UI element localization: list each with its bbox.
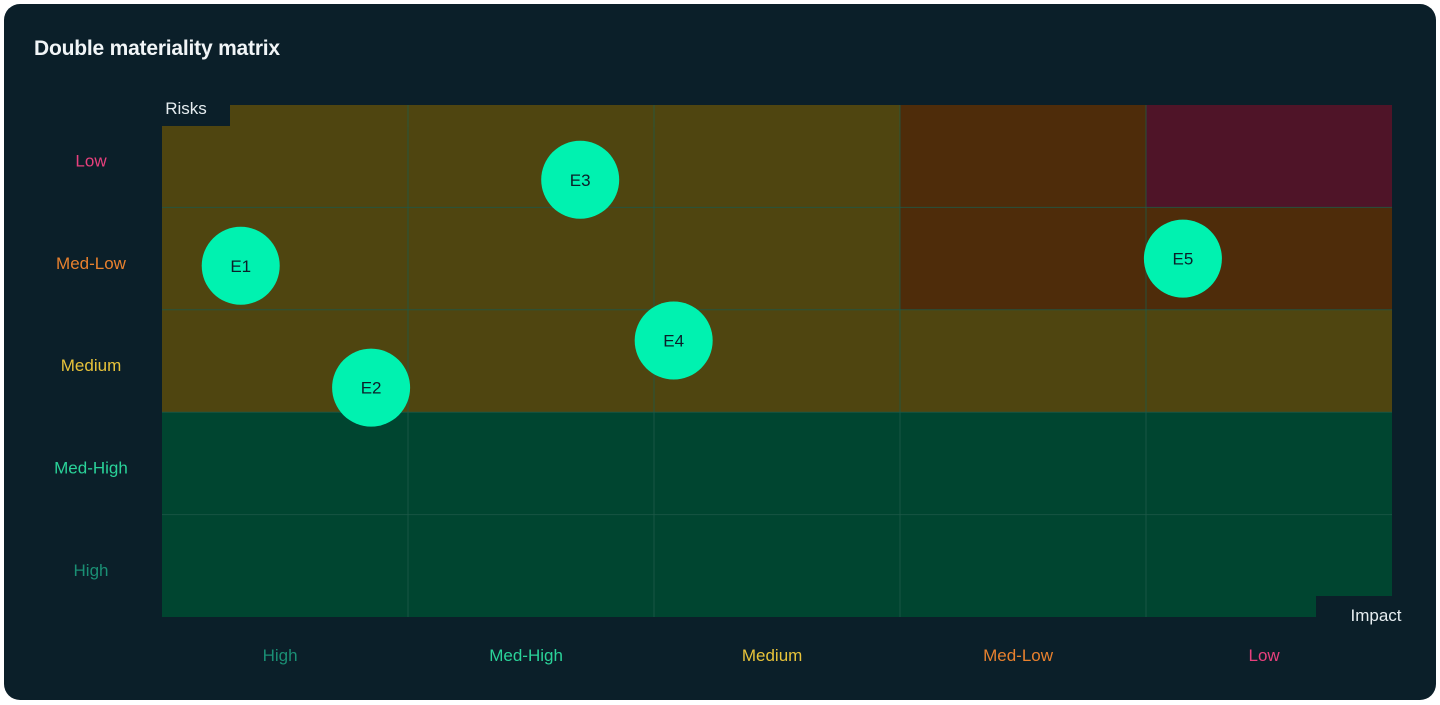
x-tick-label: Low [1248,646,1280,665]
y-tick-label: Med-Low [56,254,127,273]
matrix-cell-yellow [1146,309,1392,413]
matrix-cell-green [162,514,408,617]
matrix-cell-green [654,514,900,617]
point-e3[interactable]: E3 [541,140,620,219]
matrix-cell-yellow [654,105,900,208]
point-label: E2 [361,379,382,398]
x-axis-ticks: High Med-High Medium Med-Low Low [263,646,1281,665]
point-e4[interactable]: E4 [634,301,713,380]
x-tick-label: High [263,646,298,665]
matrix-cell-green [900,412,1146,515]
matrix-card: Double materiality matrix Low Med-Low Medi… [4,4,1436,700]
matrix-cell-green [900,514,1146,617]
y-tick-label: Med-High [54,459,128,478]
point-e2[interactable]: E2 [332,348,411,427]
matrix-cell-yellow [162,207,408,310]
point-label: E5 [1173,250,1194,269]
point-e1[interactable]: E1 [201,226,280,305]
x-tick-label: Med-Low [983,646,1054,665]
x-tick-label: Medium [742,646,802,665]
matrix-cell-yellow [408,309,654,413]
matrix-cell-green [408,514,654,617]
point-label: E3 [570,171,591,190]
matrix-cell-orange [900,105,1146,208]
matrix-cell-green [408,412,654,515]
x-axis-label: Impact [1316,596,1436,636]
matrix-cell-yellow [900,309,1146,413]
y-axis-label: Risks [142,92,230,126]
matrix-cell-orange [900,207,1146,310]
y-tick-label: Medium [61,356,121,375]
y-tick-label: High [74,561,109,580]
matrix-cell-green [162,412,408,515]
y-tick-label: Low [75,151,107,170]
point-label: E4 [663,332,684,351]
matrix-cell-red [1146,105,1392,208]
matrix-cell-green [654,412,900,515]
point-e5[interactable]: E5 [1143,219,1222,298]
matrix-cell-yellow [408,207,654,310]
y-axis-ticks: Low Med-Low Medium Med-High High [54,151,128,580]
point-label: E1 [230,257,251,276]
matrix-cell-yellow [654,207,900,310]
x-tick-label: Med-High [489,646,563,665]
matrix-cell-green [1146,412,1392,515]
